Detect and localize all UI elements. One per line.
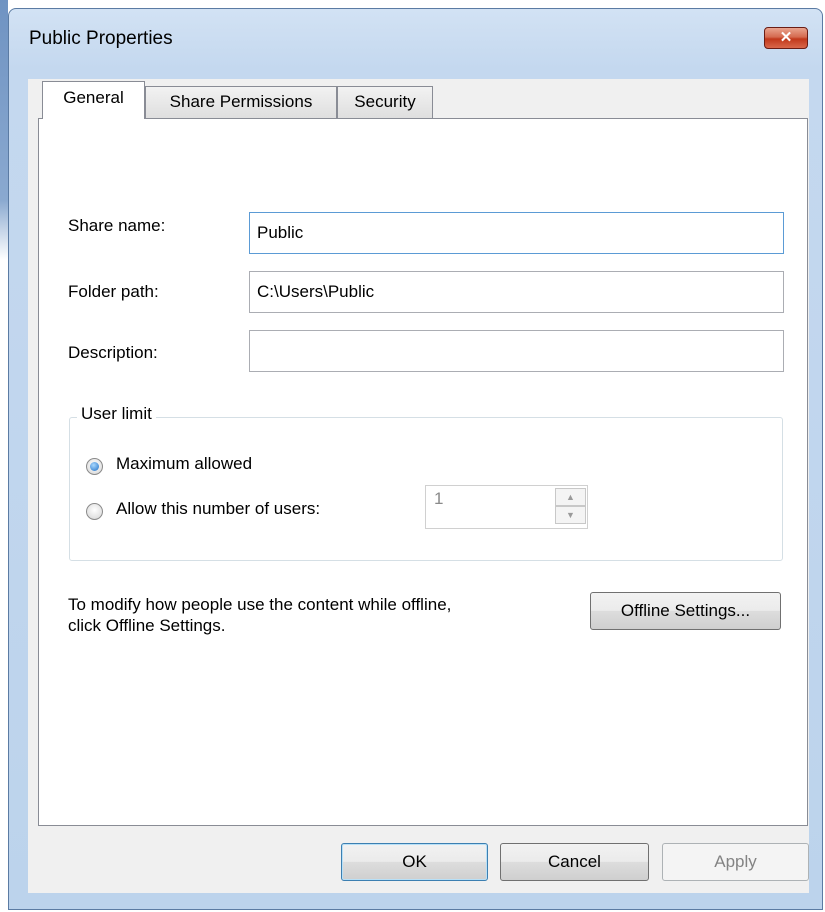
- ok-button[interactable]: OK: [341, 843, 488, 881]
- folder-path-field[interactable]: C:\Users\Public: [249, 271, 784, 313]
- spin-up-button[interactable]: ▲: [555, 488, 586, 506]
- spin-down-icon: ▼: [566, 510, 575, 520]
- tab-general[interactable]: General: [42, 81, 145, 119]
- folder-path-label: Folder path:: [68, 282, 159, 301]
- description-field[interactable]: [249, 330, 784, 372]
- dialog-title: Public Properties: [29, 28, 173, 49]
- maximum-allowed-label[interactable]: Maximum allowed: [116, 454, 252, 474]
- offline-text-line2: click Offline Settings.: [68, 616, 226, 635]
- share-name-label: Share name:: [68, 216, 166, 235]
- maximum-allowed-radio[interactable]: [86, 458, 103, 475]
- close-icon: ✕: [779, 29, 793, 46]
- offline-settings-button[interactable]: Offline Settings...: [590, 592, 781, 630]
- tab-share-permissions[interactable]: Share Permissions: [145, 86, 337, 119]
- description-label: Description:: [68, 343, 158, 362]
- offline-text-line1: To modify how people use the content whi…: [68, 595, 452, 614]
- desktop-background: [0, 0, 8, 912]
- spin-up-icon: ▲: [566, 492, 575, 502]
- apply-button[interactable]: Apply: [662, 843, 809, 881]
- cancel-button[interactable]: Cancel: [500, 843, 649, 881]
- allow-number-label[interactable]: Allow this number of users:: [116, 499, 320, 519]
- allow-number-radio[interactable]: [86, 503, 103, 520]
- tab-security[interactable]: Security: [337, 86, 433, 119]
- user-limit-title: User limit: [77, 404, 156, 424]
- share-name-field[interactable]: Public: [249, 212, 784, 254]
- spin-down-button[interactable]: ▼: [555, 506, 586, 524]
- close-button[interactable]: ✕: [764, 27, 808, 49]
